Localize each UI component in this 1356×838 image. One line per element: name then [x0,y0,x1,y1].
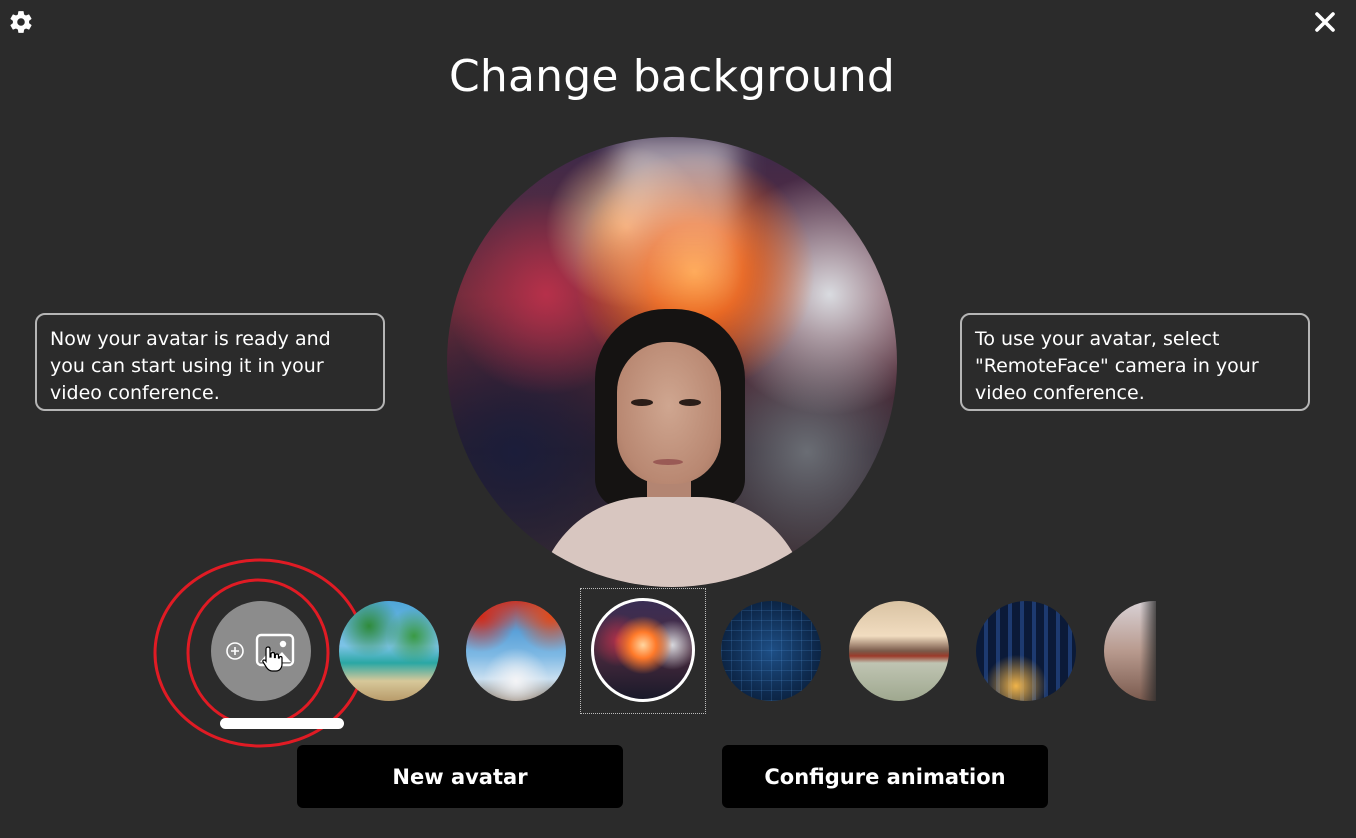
avatar-mouth [653,459,683,465]
strip-fade-edge [1140,598,1160,704]
cloud-highlight [617,137,737,307]
avatar-right-eye [679,399,701,406]
change-background-window: Change background Now your avatar is rea… [0,0,1356,838]
avatar-ready-info: Now your avatar is ready and you can sta… [35,313,385,411]
add-background-selection-bar [220,718,344,729]
background-thumbnail-palace-lake[interactable] [849,601,949,701]
background-thumbnail-tropical-beach[interactable] [339,601,439,701]
background-thumbnail-night-city[interactable] [976,601,1076,701]
camera-instructions-info: To use your avatar, select "RemoteFace" … [960,313,1310,411]
close-icon [1315,12,1335,32]
plus-icon [226,642,244,660]
close-button[interactable] [1311,8,1339,36]
background-thumbnail-fiery-clouds-selected[interactable] [591,598,695,702]
avatar-shirt [537,497,807,587]
gear-icon [10,11,32,33]
avatar-preview [447,137,897,587]
settings-button[interactable] [8,9,34,35]
new-avatar-button[interactable]: New avatar [297,745,623,808]
background-thumbnail-digital-grid[interactable] [721,601,821,701]
configure-animation-button[interactable]: Configure animation [722,745,1048,808]
add-background-button[interactable] [211,601,311,701]
background-thumbnail-autumn-sky[interactable] [466,601,566,701]
avatar-left-eye [631,399,653,406]
hand-cursor-icon [262,646,283,672]
page-title: Change background [448,51,896,102]
